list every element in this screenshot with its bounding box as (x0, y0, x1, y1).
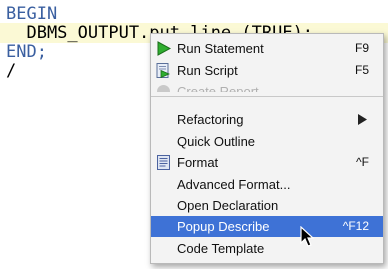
menu-item-shortcut: F5 (354, 63, 369, 77)
menu-item-label: Advanced Format... (177, 177, 291, 192)
context-menu: Run Statement F9 Run Script F5 Create Re… (150, 33, 384, 264)
format-icon (157, 155, 170, 170)
menu-item-run-statement[interactable]: Run Statement F9 (151, 38, 383, 59)
menu-item-code-template[interactable]: Code Template (151, 238, 383, 259)
menu-item-label: Popup Describe (177, 219, 270, 234)
mouse-pointer-icon (300, 226, 315, 247)
code-line-begin[interactable]: BEGIN (6, 4, 57, 24)
menu-item-label: Format (177, 155, 219, 170)
menu-item-shortcut: F9 (354, 41, 369, 55)
menu-item-label: Run Statement (177, 41, 264, 56)
menu-item-label: Quick Outline (177, 134, 256, 149)
menu-item-advanced-format[interactable]: Advanced Format... (151, 174, 383, 195)
context-menu-items: Run Statement F9 Run Script F5 Create Re… (151, 34, 383, 263)
menu-item-create-report: Create Report (151, 81, 383, 92)
menu-item-popup-describe[interactable]: Popup Describe ^F12 (151, 216, 383, 237)
menu-item-refactoring[interactable]: Refactoring (151, 109, 383, 130)
menu-item-label: Code Template (177, 241, 265, 256)
menu-item-shortcut: ^F (356, 155, 369, 169)
menu-item-label: Open Declaration (177, 198, 279, 213)
submenu-arrow-icon (358, 114, 367, 125)
code-line-slash[interactable]: / (6, 61, 16, 81)
report-icon (157, 85, 170, 92)
menu-item-open-declaration[interactable]: Open Declaration (151, 195, 383, 216)
menu-item-quick-outline[interactable]: Quick Outline (151, 131, 383, 152)
menu-item-format[interactable]: Format ^F (151, 152, 383, 173)
menu-item-label: Create Report (177, 84, 259, 92)
code-line-end[interactable]: END; (6, 42, 47, 62)
menu-separator (151, 96, 383, 97)
run-statement-icon (157, 41, 171, 56)
menu-item-label: Refactoring (177, 112, 244, 127)
menu-item-run-script[interactable]: Run Script F5 (151, 60, 383, 81)
run-script-icon (156, 63, 170, 78)
menu-item-label: Run Script (177, 63, 238, 78)
menu-item-shortcut: ^F12 (342, 219, 369, 233)
